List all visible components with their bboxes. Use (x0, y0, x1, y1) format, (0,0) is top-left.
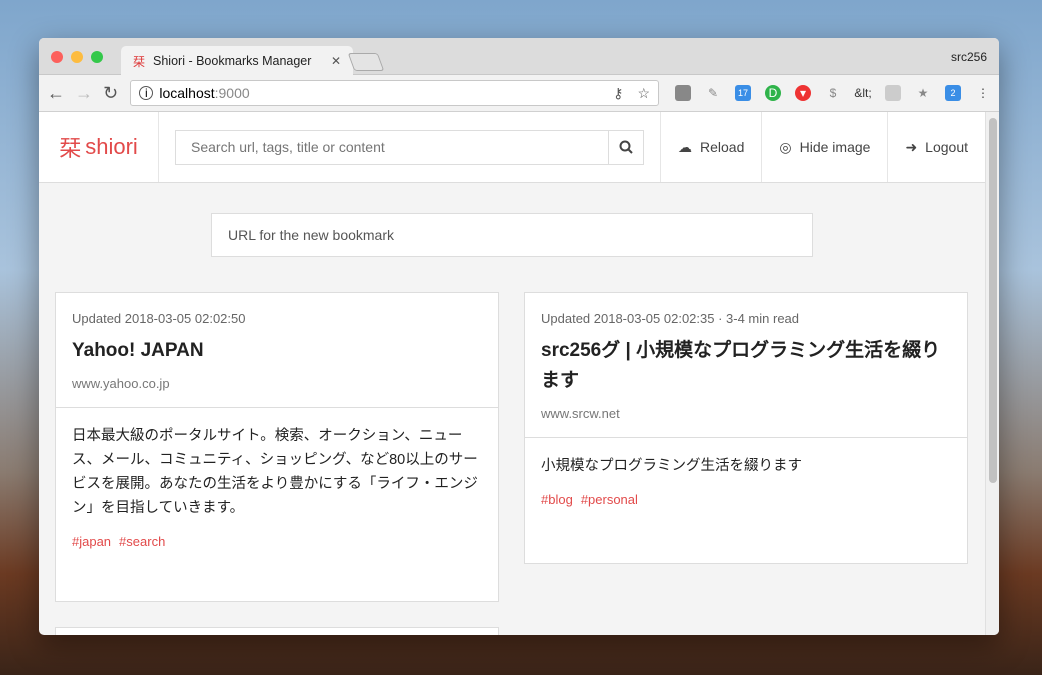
logo[interactable]: 栞 shiori (39, 112, 159, 182)
close-tab-icon[interactable]: ✕ (331, 54, 341, 68)
pin-icon[interactable]: ✎ (705, 85, 721, 101)
reload-page-icon[interactable]: ↻ (103, 83, 118, 104)
tag-link[interactable]: #japan (72, 534, 111, 549)
search-input[interactable] (176, 130, 609, 164)
reload-label: Reload (700, 139, 745, 155)
info-icon[interactable]: i (139, 86, 154, 100)
logout-label: Logout (925, 139, 968, 155)
dollar-icon[interactable]: $ (825, 85, 841, 101)
bookmark-title[interactable]: Yahoo! JAPAN (72, 336, 482, 366)
red-extension-icon[interactable]: ▾ (795, 85, 811, 101)
back-icon[interactable]: ← (47, 83, 65, 104)
bookmark-card: Updated 2018-03-05 02:02:35 · 3-4 min re… (524, 292, 968, 564)
bookmark-title[interactable]: src256グ | 小規模なプログラミング生活を綴ります (541, 336, 951, 396)
grey-extension-icon[interactable] (885, 85, 901, 101)
url-host: localhost (159, 85, 215, 101)
tag-link[interactable]: #personal (581, 492, 638, 507)
url-port: :9000 (214, 85, 250, 101)
logout-button[interactable]: ➜ Logout (888, 112, 985, 182)
cloud-icon: ☁ (678, 138, 693, 155)
shiori-app: 栞shiori ☁ Reload ◎ Hide image ➜ Logout URL … (39, 112, 985, 635)
search-area (159, 112, 662, 182)
address-bar[interactable]: i localhost:9000 ⚷ ☆ (130, 80, 659, 106)
key-icon[interactable]: ⚷ (613, 85, 623, 102)
calendar-extension-icon[interactable]: 17 (735, 85, 751, 101)
bookmark-excerpt: 日本最大級のポータルサイト。検索、オークション、ニュース、メール、コミュニティ、… (72, 428, 478, 516)
bookmark-meta: Updated 2018-03-05 02:02:35 · 3-4 min re… (541, 311, 800, 326)
new-bookmark-input[interactable]: URL for the new bookmark (211, 213, 813, 257)
hide-image-label: Hide image (799, 139, 871, 155)
bookmark-card: Updated 2018-03-05 02:02:50 Yahoo! JAPAN… (55, 292, 499, 602)
tab-title: Shiori - Bookmarks Manager (153, 54, 312, 68)
bookmark-excerpt: 小規模なプログラミング生活を綴ります (541, 458, 802, 474)
star-extension-icon[interactable]: ★ (915, 85, 931, 101)
new-tab-button[interactable] (347, 53, 385, 71)
eye-slash-icon: ◎ (779, 138, 792, 155)
browser-toolbar: ← → ↻ i localhost:9000 ⚷ ☆ ✎ 17 D ▾ $ &lt… (39, 75, 999, 112)
profile-name[interactable]: src256 (951, 50, 987, 64)
entity-extension-icon[interactable]: &lt; (854, 85, 871, 101)
tab-bar: 栞 Shiori - Bookmarks Manager ✕ src256 (39, 38, 999, 76)
logo-kanji: 栞 (59, 136, 82, 161)
menu-icon[interactable]: ⋮ (975, 85, 991, 101)
tab-shiori[interactable]: 栞 Shiori - Bookmarks Manager ✕ (121, 46, 353, 76)
forward-icon[interactable]: → (75, 83, 93, 104)
bookmark-star-icon[interactable]: ☆ (637, 85, 650, 102)
tag-link[interactable]: #blog (541, 492, 573, 507)
browser-window: 栞 Shiori - Bookmarks Manager ✕ src256 ← … (39, 38, 999, 635)
bookmark-card-partial (55, 627, 499, 635)
search-button[interactable] (608, 130, 643, 164)
bookmark-url[interactable]: www.srcw.net (541, 406, 951, 421)
reload-button[interactable]: ☁ Reload (661, 112, 763, 182)
favicon-icon: 栞 (133, 54, 146, 69)
translate-extension-icon[interactable]: 2 (945, 85, 961, 101)
app-header: 栞shiori ☁ Reload ◎ Hide image ➜ Logout (39, 112, 985, 183)
d-extension-icon[interactable]: D (765, 85, 781, 101)
scrollbar[interactable] (985, 112, 999, 635)
close-window-button[interactable] (51, 51, 63, 63)
bookmark-meta: Updated 2018-03-05 02:02:50 (72, 311, 246, 326)
extension-icon[interactable] (675, 85, 691, 101)
search-icon (619, 140, 633, 154)
tag-link[interactable]: #search (119, 534, 165, 549)
hide-image-button[interactable]: ◎ Hide image (762, 112, 889, 182)
minimize-window-button[interactable] (71, 51, 83, 63)
maximize-window-button[interactable] (91, 51, 103, 63)
scrollbar-thumb[interactable] (989, 118, 997, 483)
sign-out-icon: ➜ (905, 138, 918, 155)
logo-text: shiori (85, 134, 138, 159)
bookmark-url[interactable]: www.yahoo.co.jp (72, 376, 482, 391)
extensions: ✎ 17 D ▾ $ &lt; ★ 2 ⋮ (675, 85, 991, 101)
